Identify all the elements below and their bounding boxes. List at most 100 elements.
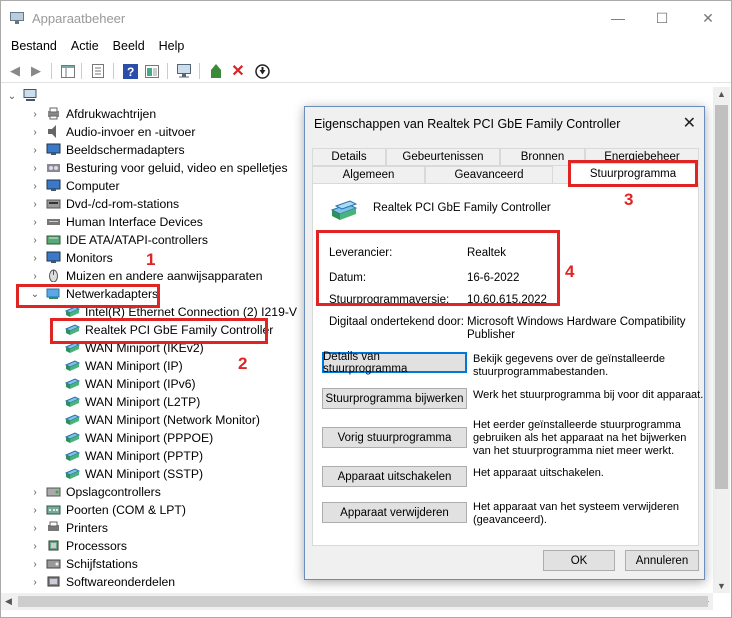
- dialog-title: Eigenschappen van Realtek PCI GbE Family…: [314, 117, 621, 131]
- sound-icon: [47, 164, 60, 172]
- roll-back-driver-desc: Het eerder geïnstalleerde stuurprogramma…: [473, 419, 687, 457]
- tree-item-label: WAN Miniport (IP): [85, 359, 183, 373]
- chevron-right-icon[interactable]: ›: [30, 249, 40, 267]
- show-hide-console-tree-icon[interactable]: [59, 62, 77, 80]
- chevron-right-icon[interactable]: ›: [30, 105, 40, 123]
- chevron-right-icon[interactable]: ›: [30, 483, 40, 501]
- annotation-box-2: [50, 318, 268, 344]
- tab-geavanceerd[interactable]: Geavanceerd: [425, 166, 553, 184]
- tree-item-label: WAN Miniport (PPTP): [85, 449, 204, 463]
- scan-hardware-icon[interactable]: [175, 62, 193, 80]
- chevron-right-icon[interactable]: ›: [30, 195, 40, 213]
- title-bar: Apparaatbeheer — ☐ ✕: [1, 1, 731, 35]
- driver-details-button[interactable]: Details van stuurprogramma: [322, 351, 467, 375]
- annotation-box-1: [16, 284, 160, 308]
- annotation-box-4: [316, 230, 560, 306]
- chevron-right-icon[interactable]: ›: [30, 159, 40, 177]
- disable-device-button[interactable]: Apparaat uitschakelen: [322, 466, 467, 487]
- chevron-right-icon[interactable]: ›: [30, 573, 40, 591]
- update-driver-icon[interactable]: [207, 62, 225, 80]
- ok-button[interactable]: OK: [543, 550, 615, 571]
- chevron-right-icon[interactable]: ›: [30, 519, 40, 537]
- chevron-right-icon[interactable]: ›: [30, 213, 40, 231]
- maximize-button[interactable]: ☐: [639, 1, 685, 35]
- signer-label: Digitaal ondertekend door:: [329, 316, 464, 328]
- cpu-icon: [48, 540, 59, 551]
- properties-icon[interactable]: [89, 62, 107, 80]
- scroll-down-icon[interactable]: ▼: [717, 581, 726, 591]
- view-icon[interactable]: [143, 62, 161, 80]
- tree-item-label: Afdrukwachtrijen: [66, 107, 157, 121]
- uninstall-icon[interactable]: ✕: [229, 62, 247, 80]
- tree-item-label: Computer: [66, 179, 120, 193]
- horizontal-scroll-thumb[interactable]: [18, 596, 708, 607]
- forward-arrow-icon[interactable]: ▶: [27, 62, 45, 80]
- printer-queue-icon: [48, 107, 59, 120]
- minimize-button[interactable]: —: [595, 1, 641, 35]
- toolbar: ◀ ▶ ? ✕: [1, 59, 731, 83]
- tree-item-label: Dvd-/cd-rom-stations: [66, 197, 180, 211]
- menu-bar: Bestand Actie Beeld Help: [1, 37, 188, 57]
- chevron-right-icon[interactable]: ›: [30, 267, 40, 285]
- tree-item-label: Schijfstations: [66, 557, 138, 571]
- tree-item-label: Processors: [66, 539, 127, 553]
- network-adapter-icon: [65, 396, 80, 407]
- uninstall-device-desc: Het apparaat van het systeem verwijderen…: [473, 501, 680, 526]
- help-icon[interactable]: ?: [121, 62, 139, 80]
- tree-item-label: Human Interface Devices: [66, 215, 203, 229]
- menu-beeld[interactable]: Beeld: [113, 37, 145, 57]
- display-adapter-icon: [46, 143, 61, 155]
- vertical-scroll-thumb[interactable]: [715, 105, 728, 489]
- chevron-right-icon[interactable]: ›: [30, 141, 40, 159]
- dialog-close-button[interactable]: ✕: [683, 113, 696, 133]
- chevron-right-icon[interactable]: ›: [30, 501, 40, 519]
- network-adapter-icon: [65, 450, 80, 461]
- network-adapter-icon: [65, 360, 80, 371]
- chevron-right-icon[interactable]: ›: [30, 537, 40, 555]
- scroll-up-icon[interactable]: ▲: [717, 89, 726, 99]
- printer-icon: [48, 521, 59, 531]
- menu-actie[interactable]: Actie: [71, 37, 99, 57]
- chevron-right-icon[interactable]: ›: [30, 231, 40, 249]
- chevron-down-icon[interactable]: ⌄: [7, 87, 17, 105]
- tree-item-label: Poorten (COM & LPT): [66, 503, 186, 517]
- menu-bestand[interactable]: Bestand: [11, 37, 57, 57]
- network-adapter-icon: [65, 468, 80, 479]
- annotation-box-3: [568, 160, 698, 187]
- update-driver-button[interactable]: Stuurprogramma bijwerken: [322, 388, 467, 409]
- chevron-right-icon[interactable]: ›: [30, 123, 40, 141]
- storage-icon: [46, 487, 61, 497]
- tab-gebeurtenissen[interactable]: Gebeurtenissen: [386, 148, 500, 166]
- chevron-right-icon[interactable]: ›: [30, 555, 40, 573]
- tree-item-label: WAN Miniport (Network Monitor): [85, 413, 260, 427]
- roll-back-driver-button[interactable]: Vorig stuurprogramma: [322, 427, 467, 448]
- tree-item-label: Printers: [66, 521, 108, 535]
- toolbar-separator: [51, 63, 52, 79]
- tree-item-label: Softwareonderdelen: [66, 575, 176, 589]
- monitor-icon: [46, 251, 61, 263]
- close-button[interactable]: ✕: [685, 1, 731, 35]
- hid-icon: [47, 219, 60, 225]
- cancel-button[interactable]: Annuleren: [625, 550, 699, 571]
- network-adapter-icon: [65, 414, 80, 425]
- tree-item-label: WAN Miniport (PPPOE): [85, 431, 214, 445]
- disable-device-icon[interactable]: [253, 62, 271, 80]
- network-adapter-icon: [330, 200, 358, 220]
- tab-algemeen[interactable]: Algemeen: [312, 166, 425, 184]
- port-icon: [46, 505, 61, 515]
- scroll-left-icon[interactable]: ◀: [5, 596, 12, 607]
- uninstall-device-button[interactable]: Apparaat verwijderen: [322, 502, 467, 523]
- tree-root[interactable]: ⌄: [1, 87, 701, 105]
- toolbar-separator: [81, 63, 82, 79]
- svg-text:?: ?: [127, 65, 134, 79]
- device-name: Realtek PCI GbE Family Controller: [373, 202, 551, 214]
- tab-details[interactable]: Details: [312, 148, 386, 166]
- annotation-number-4: 4: [565, 262, 575, 281]
- back-arrow-icon[interactable]: ◀: [6, 62, 24, 80]
- disable-device-desc: Het apparaat uitschakelen.: [473, 467, 604, 479]
- tree-item-label: WAN Miniport (IPv6): [85, 377, 196, 391]
- signer-value: Microsoft Windows Hardware Compatibility…: [467, 316, 686, 341]
- chevron-right-icon[interactable]: ›: [30, 177, 40, 195]
- toolbar-separator: [167, 63, 168, 79]
- menu-help[interactable]: Help: [159, 37, 185, 57]
